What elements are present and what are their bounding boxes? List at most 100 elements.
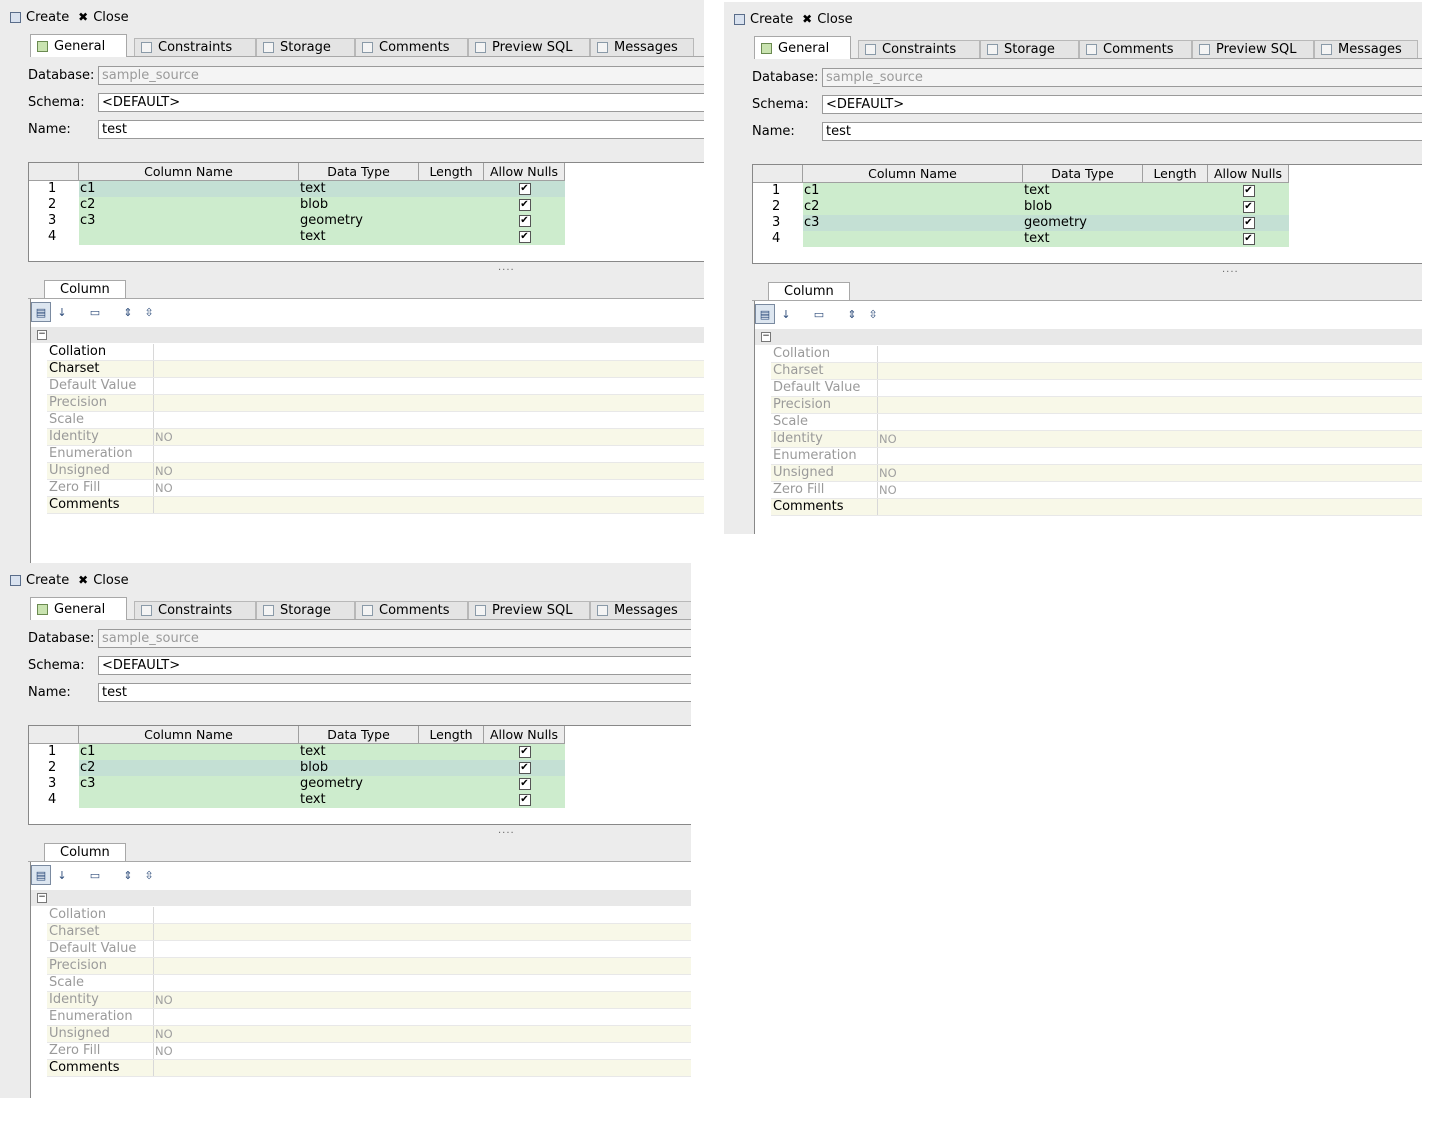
property-row[interactable]: Scale xyxy=(47,975,691,992)
property-row[interactable]: Default Value xyxy=(47,378,704,395)
allow-nulls-checkbox[interactable]: ✔ xyxy=(1242,216,1255,229)
allow-nulls-cell[interactable]: ✔ xyxy=(1208,199,1289,215)
property-row[interactable]: Collation xyxy=(47,907,691,924)
close-button[interactable]: Close xyxy=(93,10,128,25)
data-type-cell[interactable]: geometry xyxy=(299,776,419,792)
name-field[interactable]: test xyxy=(98,120,704,139)
advanced-icon[interactable]: ▭ xyxy=(85,865,105,885)
column-name-cell[interactable]: c2 xyxy=(803,199,1023,215)
column-name-cell[interactable]: c1 xyxy=(79,744,299,760)
tab-storage[interactable]: Storage xyxy=(256,38,355,56)
property-row[interactable]: Enumeration xyxy=(771,448,1422,465)
schema-field[interactable]: <DEFAULT> xyxy=(98,93,704,112)
column-name-cell[interactable] xyxy=(803,231,1023,247)
save-icon[interactable] xyxy=(10,574,21,586)
allow-nulls-checkbox[interactable]: ✔ xyxy=(1242,184,1255,197)
property-row[interactable]: Unsigned NO xyxy=(47,463,704,480)
property-row[interactable]: Scale xyxy=(47,412,704,429)
property-row[interactable]: Comments xyxy=(47,497,704,514)
property-row[interactable]: Charset xyxy=(771,363,1422,380)
categories-icon[interactable]: ▤ xyxy=(31,302,51,322)
close-button[interactable]: Close xyxy=(817,12,852,27)
data-type-cell[interactable]: text xyxy=(299,229,419,245)
allow-nulls-checkbox[interactable]: ✔ xyxy=(518,198,531,211)
tab-general[interactable]: General xyxy=(754,36,851,59)
property-value[interactable]: NO xyxy=(155,480,173,496)
column-name-cell[interactable]: c3 xyxy=(79,776,299,792)
sort-az-icon[interactable]: ↓ xyxy=(776,304,796,324)
tab-comments[interactable]: Comments xyxy=(1079,40,1192,58)
length-header[interactable]: Length xyxy=(419,726,484,744)
property-row[interactable]: Precision xyxy=(771,397,1422,414)
allow-nulls-cell[interactable]: ✔ xyxy=(484,792,565,808)
close-button[interactable]: Close xyxy=(93,573,128,588)
length-cell[interactable] xyxy=(419,213,484,229)
property-row[interactable]: Unsigned NO xyxy=(771,465,1422,482)
property-row[interactable]: Comments xyxy=(771,499,1422,516)
sort-az-icon[interactable]: ↓ xyxy=(52,302,72,322)
close-icon[interactable]: ✖ xyxy=(77,10,89,24)
property-row[interactable]: Scale xyxy=(771,414,1422,431)
splitter-handle[interactable]: .... xyxy=(498,825,515,836)
column-name-header[interactable]: Column Name xyxy=(79,726,299,744)
property-value[interactable]: NO xyxy=(155,1026,173,1042)
property-row[interactable]: Identity NO xyxy=(771,431,1422,448)
length-cell[interactable] xyxy=(419,792,484,808)
property-row[interactable]: Charset xyxy=(47,924,691,941)
length-cell[interactable] xyxy=(419,760,484,776)
data-type-cell[interactable]: geometry xyxy=(1023,215,1143,231)
allow-nulls-cell[interactable]: ✔ xyxy=(484,213,565,229)
data-type-cell[interactable]: text xyxy=(299,792,419,808)
property-row[interactable]: Collation xyxy=(771,346,1422,363)
length-cell[interactable] xyxy=(1143,215,1208,231)
allow-nulls-checkbox[interactable]: ✔ xyxy=(518,745,531,758)
allow-nulls-header[interactable]: Allow Nulls xyxy=(1208,165,1289,183)
tab-comments[interactable]: Comments xyxy=(355,38,468,56)
property-row[interactable]: Precision xyxy=(47,395,704,412)
tab-constraints[interactable]: Constraints xyxy=(134,601,256,619)
allow-nulls-cell[interactable]: ✔ xyxy=(484,744,565,760)
table-row[interactable]: 1 c1 text ✔ xyxy=(29,744,565,760)
allow-nulls-checkbox[interactable]: ✔ xyxy=(518,214,531,227)
tab-column[interactable]: Column xyxy=(44,843,126,862)
property-row[interactable]: Comments xyxy=(47,1060,691,1077)
property-row[interactable]: Enumeration xyxy=(47,1009,691,1026)
data-type-header[interactable]: Data Type xyxy=(299,163,419,181)
allow-nulls-checkbox[interactable]: ✔ xyxy=(518,777,531,790)
table-row[interactable]: 3 c3 geometry ✔ xyxy=(753,215,1289,231)
tab-preview-sql[interactable]: Preview SQL xyxy=(1192,40,1314,58)
allow-nulls-cell[interactable]: ✔ xyxy=(484,181,565,197)
table-row[interactable]: 1 c1 text ✔ xyxy=(753,183,1289,199)
property-value[interactable]: NO xyxy=(155,1043,173,1059)
column-name-cell[interactable]: c3 xyxy=(79,213,299,229)
data-type-cell[interactable]: text xyxy=(299,744,419,760)
tab-comments[interactable]: Comments xyxy=(355,601,468,619)
table-row[interactable]: 1 c1 text ✔ xyxy=(29,181,565,197)
property-value[interactable]: NO xyxy=(879,431,897,447)
data-type-cell[interactable]: blob xyxy=(299,760,419,776)
column-name-header[interactable]: Column Name xyxy=(803,165,1023,183)
column-name-cell[interactable]: c1 xyxy=(803,183,1023,199)
expand-all-icon[interactable]: ⇕ xyxy=(842,304,862,324)
property-row[interactable]: Enumeration xyxy=(47,446,704,463)
table-row[interactable]: 2 c2 blob ✔ xyxy=(29,197,565,213)
tab-general[interactable]: General xyxy=(30,34,127,57)
data-type-cell[interactable]: text xyxy=(1023,231,1143,247)
property-value[interactable]: NO xyxy=(155,992,173,1008)
collapse-all-icon[interactable]: ⇳ xyxy=(863,304,883,324)
save-icon[interactable] xyxy=(734,13,745,25)
tab-general[interactable]: General xyxy=(30,597,127,620)
length-header[interactable]: Length xyxy=(1143,165,1208,183)
table-row[interactable]: 2 c2 blob ✔ xyxy=(753,199,1289,215)
data-type-cell[interactable]: geometry xyxy=(299,213,419,229)
data-type-cell[interactable]: blob xyxy=(299,197,419,213)
property-value[interactable]: NO xyxy=(879,482,897,498)
allow-nulls-cell[interactable]: ✔ xyxy=(1208,215,1289,231)
tab-messages[interactable]: Messages xyxy=(590,38,694,56)
tab-storage[interactable]: Storage xyxy=(980,40,1079,58)
column-name-header[interactable]: Column Name xyxy=(79,163,299,181)
table-row[interactable]: 2 c2 blob ✔ xyxy=(29,760,565,776)
tab-messages[interactable]: Messages xyxy=(1314,40,1418,58)
tab-preview-sql[interactable]: Preview SQL xyxy=(468,601,590,619)
sort-az-icon[interactable]: ↓ xyxy=(52,865,72,885)
